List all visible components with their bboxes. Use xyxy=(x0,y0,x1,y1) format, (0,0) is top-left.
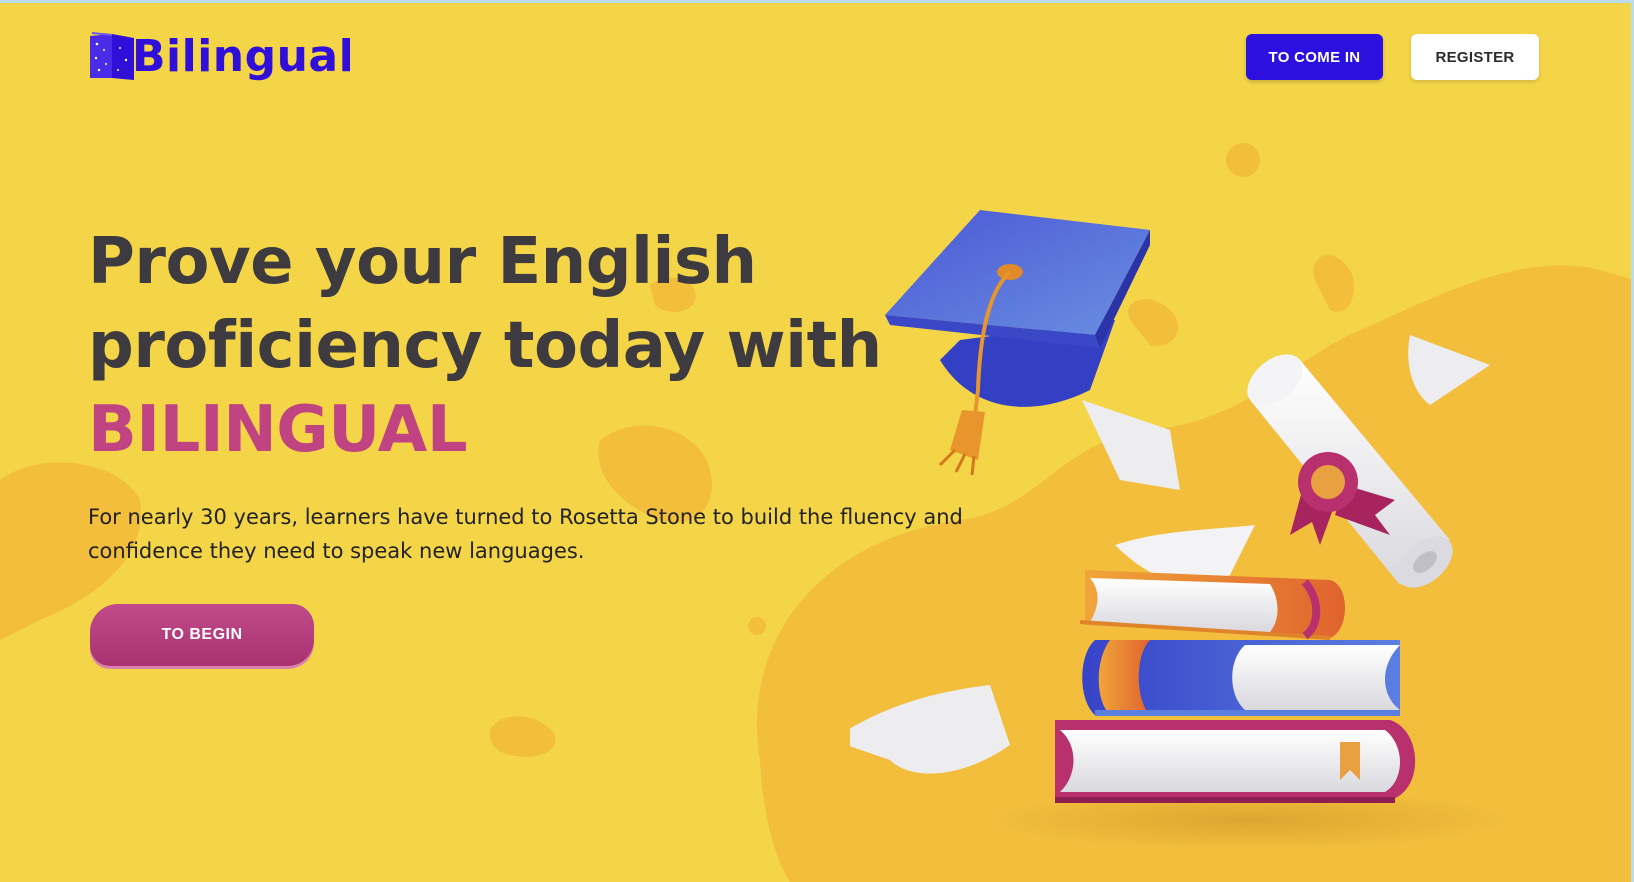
hero-title: Prove your English proficiency today wit… xyxy=(88,220,882,472)
book-blue xyxy=(1082,640,1400,716)
hero-title-line2: proficiency today with xyxy=(88,309,882,383)
register-button[interactable]: REGISTER xyxy=(1411,34,1539,80)
begin-button[interactable]: TO BEGIN xyxy=(90,604,314,666)
book-icon xyxy=(90,32,134,80)
hero-title-brand: BILINGUAL xyxy=(88,393,468,467)
hero-title-line1: Prove your English xyxy=(88,225,757,299)
brand-logo[interactable]: Bilingual xyxy=(88,30,354,82)
graduation-illustration xyxy=(850,210,1510,850)
book-orange xyxy=(1079,570,1345,640)
hero-description: For nearly 30 years, learners have turne… xyxy=(88,505,963,563)
book-magenta xyxy=(1055,720,1416,803)
login-button[interactable]: TO COME IN xyxy=(1246,34,1383,80)
logo-text: Bilingual xyxy=(132,30,355,82)
